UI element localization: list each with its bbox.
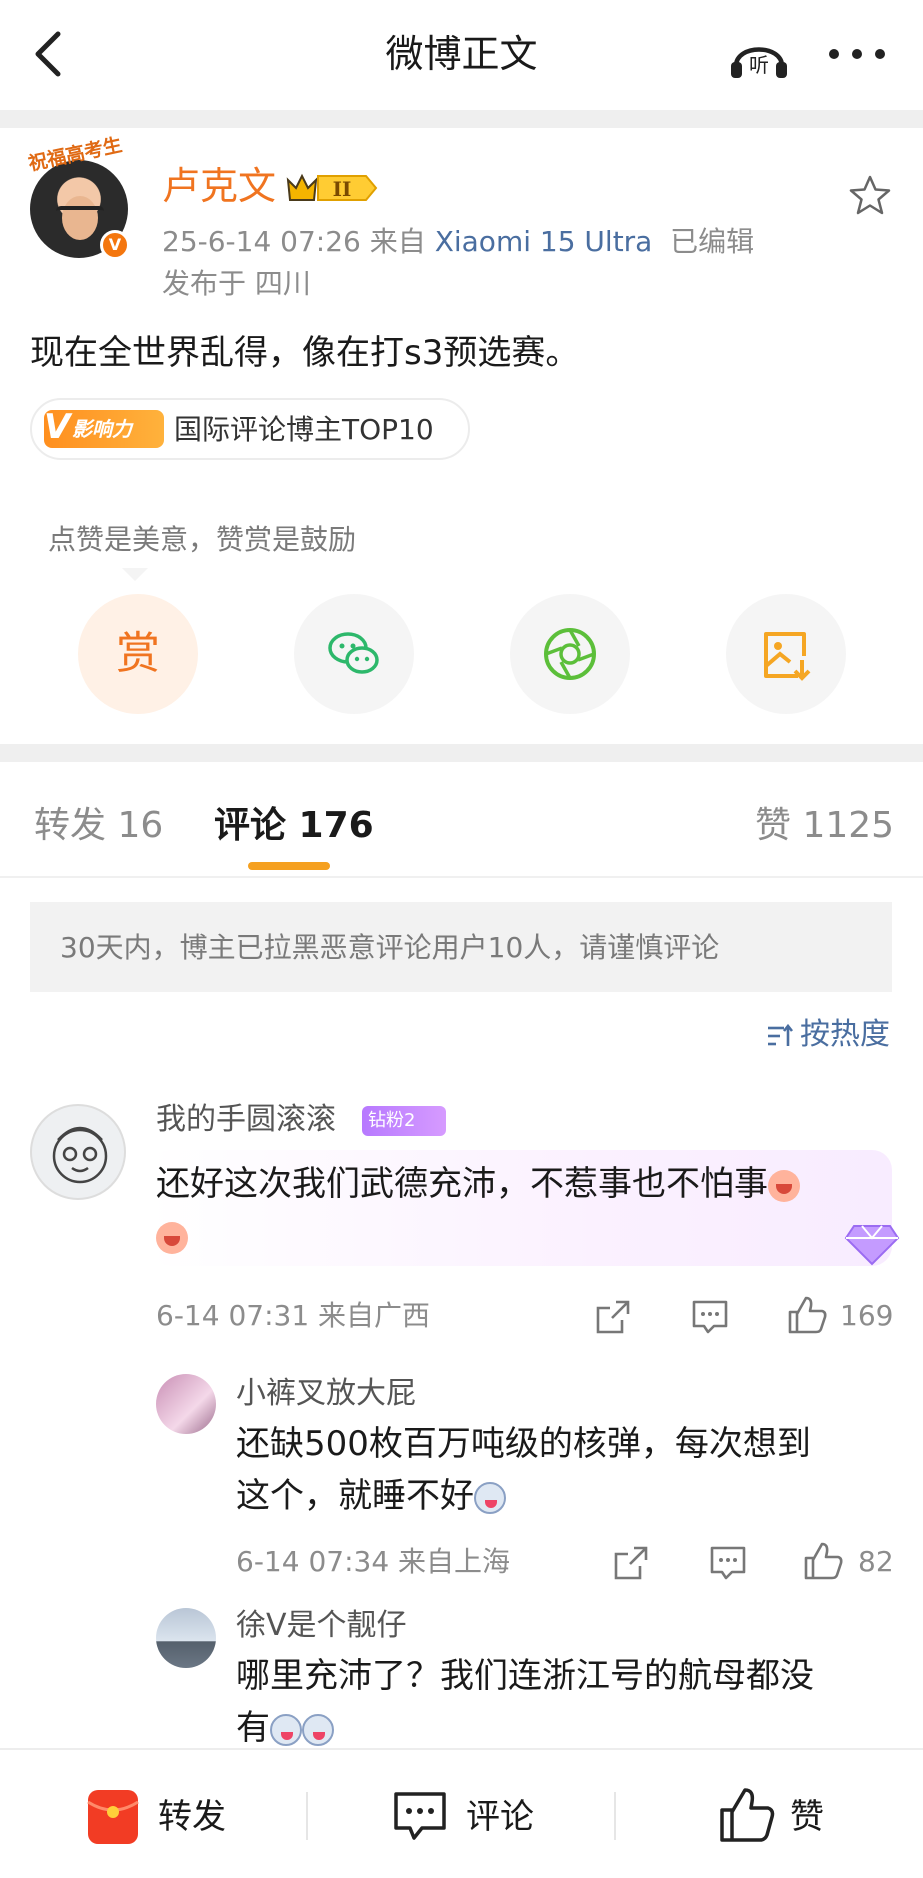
comment-username[interactable]: 我的手圆滚滚 — [156, 1098, 336, 1142]
save-image-icon — [764, 632, 811, 681]
laughing-emoji-icon — [768, 1169, 800, 1202]
vip-level-crown-icon[interactable]: II — [284, 170, 380, 206]
reply-comment-icon[interactable] — [708, 1544, 748, 1582]
influence-v-icon: V — [44, 407, 71, 447]
favorite-star-icon[interactable] — [848, 174, 892, 216]
share-icon[interactable] — [612, 1544, 652, 1582]
wechat-icon — [328, 632, 379, 674]
comment-text-content: 还好这次我们武德充沛，不惹事也不怕事 — [156, 1164, 768, 1204]
like-button[interactable]: 赞 — [790, 1792, 824, 1842]
like-thumb-icon[interactable] — [786, 1294, 828, 1336]
shocked-emoji-icon — [270, 1713, 302, 1746]
tabs-divider — [0, 876, 923, 878]
tab-likes[interactable]: 赞 1125 — [755, 800, 894, 852]
reward-label: 赏 — [116, 628, 160, 679]
sort-icon[interactable] — [766, 1022, 794, 1050]
bottom-divider — [614, 1792, 616, 1840]
reply-text-line: 有 — [236, 1708, 270, 1748]
shocked-emoji-icon — [302, 1713, 334, 1746]
post-text: 现在全世界乱得，像在打s3预选赛。 — [30, 333, 580, 373]
section-divider — [0, 744, 923, 762]
section-divider — [0, 110, 923, 128]
avatar-face — [62, 196, 98, 240]
post-meta: 25-6-14 07:26 来自 Xiaomi 15 Ultra 已编辑 — [162, 222, 754, 262]
reply-text-line: 这个，就睡不好 — [236, 1476, 474, 1516]
tab-repost[interactable]: 转发 16 — [34, 800, 163, 852]
comment-button[interactable]: 评论 — [466, 1792, 534, 1842]
reply-avatar[interactable] — [156, 1608, 216, 1668]
comment-avatar[interactable] — [30, 1104, 126, 1200]
reply-text-line: 还缺500枚百万吨级的核弹，每次想到 — [236, 1424, 811, 1464]
tab-comments[interactable]: 评论 176 — [214, 800, 374, 852]
like-count: 82 — [858, 1545, 894, 1578]
share-icon[interactable] — [594, 1298, 634, 1336]
like-count: 169 — [840, 1299, 894, 1332]
active-tab-indicator — [248, 862, 330, 870]
reply-avatar[interactable] — [156, 1374, 216, 1434]
post-edited[interactable]: 已编辑 — [670, 225, 754, 258]
diamond-gem-icon — [844, 1225, 900, 1266]
comment-bubble-icon[interactable] — [392, 1790, 448, 1842]
moments-aperture-icon — [544, 628, 596, 680]
post-device[interactable]: Xiaomi 15 Ultra — [435, 225, 653, 258]
repost-icon[interactable] — [86, 1788, 140, 1846]
share-wechat-button[interactable] — [294, 594, 414, 714]
reply-username[interactable]: 小裤叉放大屁 — [236, 1372, 416, 1416]
listen-headphones-icon[interactable]: 听 — [728, 32, 790, 82]
comment-time: 6-14 07:31 来自广西 — [156, 1299, 431, 1332]
svg-text:听: 听 — [749, 53, 769, 77]
influence-tag-label: 影响力 — [72, 417, 132, 441]
reply-time: 6-14 07:34 来自上海 — [236, 1545, 511, 1578]
verified-badge-icon: V — [100, 230, 130, 260]
laughing-emoji-icon — [156, 1221, 188, 1254]
comment-notice-text: 30天内，博主已拉黑恶意评论用户10人，请谨慎评论 — [60, 931, 720, 964]
author-name[interactable]: 卢克文 — [162, 160, 276, 212]
reward-tip: 点赞是美意，赞赏是鼓励 — [48, 523, 357, 556]
comment-text: 还好这次我们武德充沛，不惹事也不怕事 — [156, 1158, 886, 1262]
repost-button[interactable]: 转发 — [158, 1792, 226, 1842]
reply-username[interactable]: 徐V是个靓仔 — [236, 1604, 407, 1648]
tip-caret — [122, 568, 148, 581]
bottom-divider — [306, 1792, 308, 1840]
cartoon-face-icon — [52, 1126, 108, 1184]
like-thumb-icon[interactable] — [802, 1540, 844, 1582]
more-menu-icon[interactable] — [826, 44, 888, 64]
reply-text: 还缺500枚百万吨级的核弹，每次想到 这个，就睡不好 — [236, 1418, 896, 1522]
sort-by-hot[interactable]: 按热度 — [800, 1014, 890, 1056]
reply-text: 哪里充沛了？我们连浙江号的航母都没 有 — [236, 1650, 896, 1754]
post-time-source: 25-6-14 07:26 来自 — [162, 225, 426, 258]
fan-level-badge[interactable]: 钻粉2 — [362, 1106, 446, 1136]
reward-button[interactable]: 赏 — [78, 594, 198, 714]
like-thumb-icon[interactable] — [718, 1786, 776, 1844]
reply-comment-icon[interactable] — [690, 1298, 730, 1336]
avatar-glasses — [56, 206, 104, 216]
shocked-emoji-icon — [474, 1481, 506, 1514]
svg-text:II: II — [333, 177, 352, 201]
reply-text-line: 哪里充沛了？我们连浙江号的航母都没 — [236, 1656, 814, 1696]
save-image-button[interactable] — [726, 594, 846, 714]
influence-tag-text: 国际评论博主TOP10 — [174, 413, 434, 446]
post-location: 发布于 四川 — [162, 267, 311, 300]
share-moments-button[interactable] — [510, 594, 630, 714]
